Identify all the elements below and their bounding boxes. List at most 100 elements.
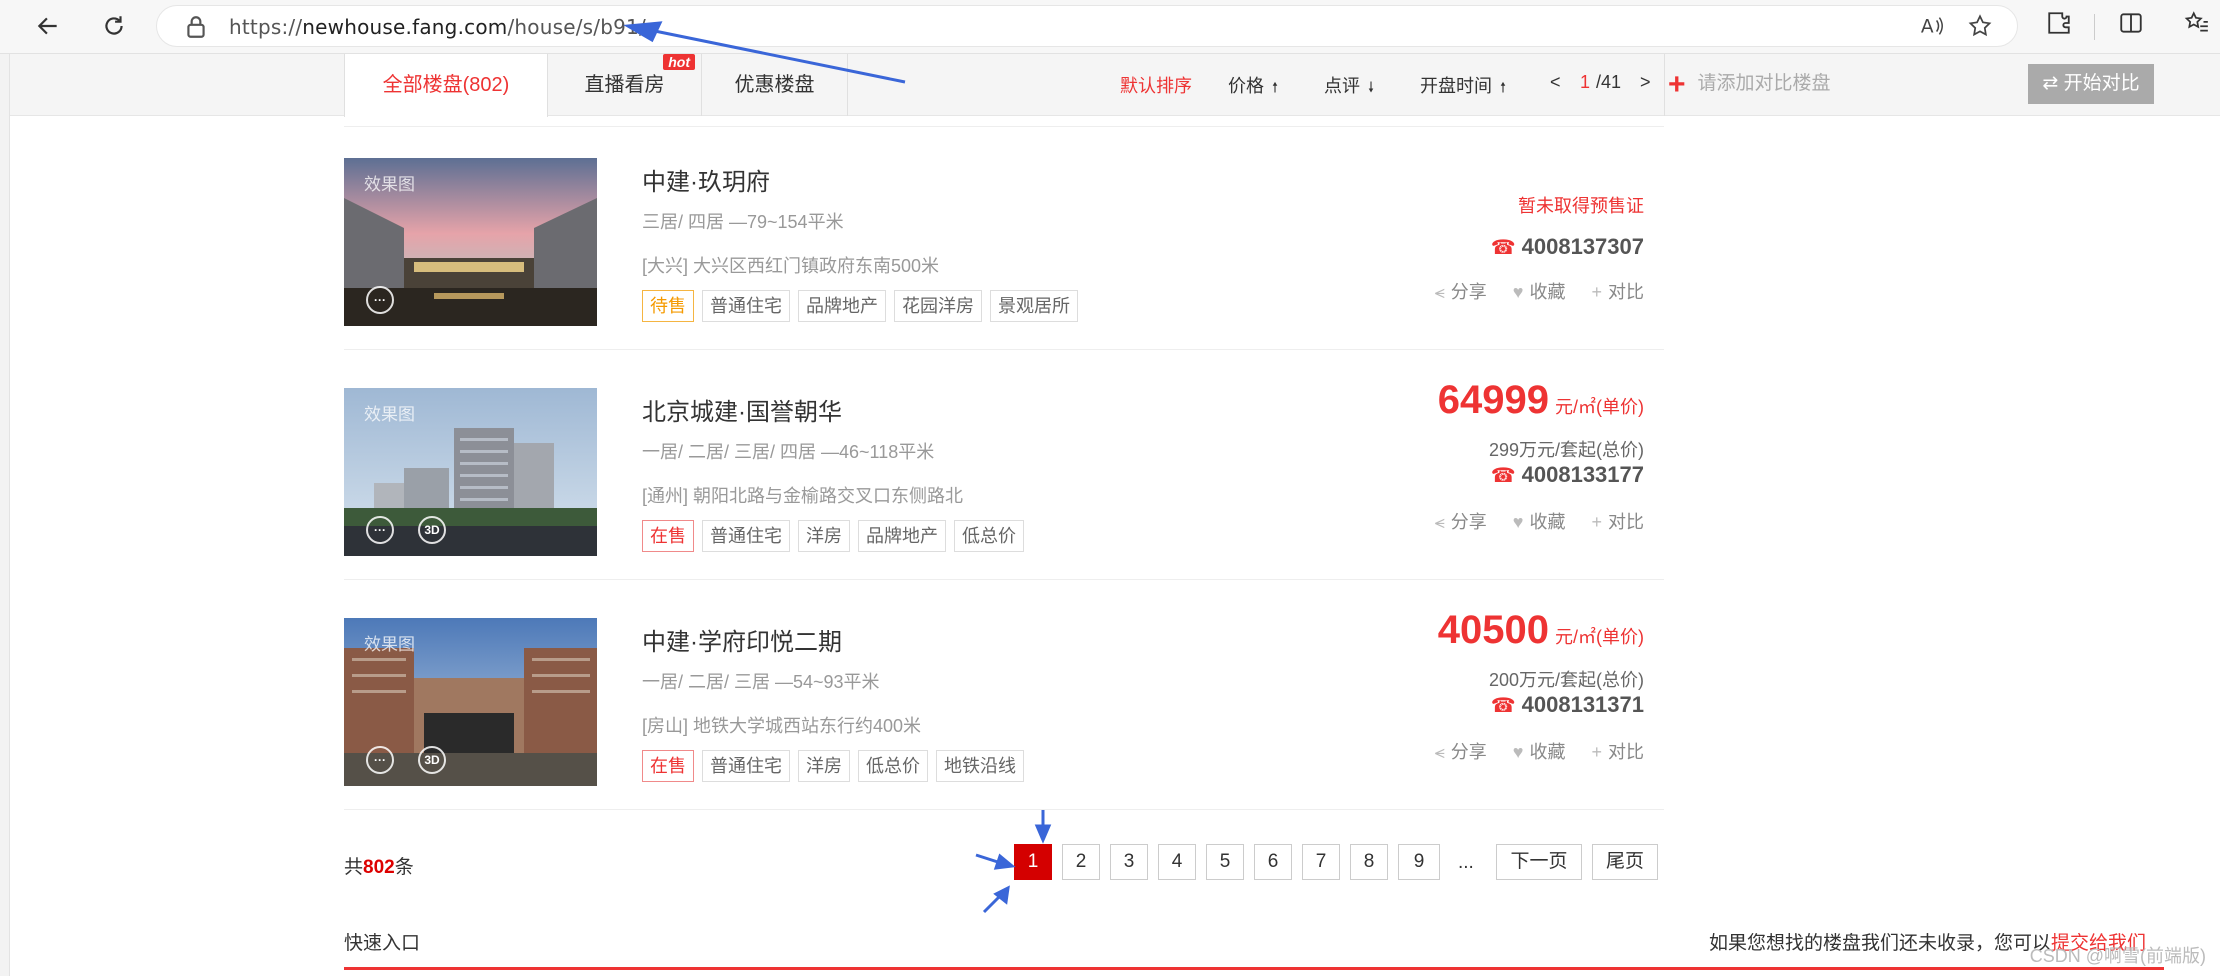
- annotation-arrow-bottom: [982, 892, 1004, 914]
- tag: 普通住宅: [702, 750, 790, 782]
- reload-button[interactable]: [96, 8, 132, 44]
- sort-rating[interactable]: 点评 🠗: [1324, 72, 1374, 101]
- mini-total-pages: /41: [1596, 72, 1622, 92]
- sort-price[interactable]: 价格 🠕: [1228, 72, 1278, 101]
- tag: 花园洋房: [894, 290, 982, 322]
- tab-live-viewing[interactable]: 直播看房 hot: [548, 54, 702, 116]
- building-address[interactable]: [房山] 地铁大学城西站东行约400米: [642, 712, 921, 738]
- compare-label: 对比: [1608, 512, 1644, 532]
- favorite-button[interactable]: ♥ 收藏: [1513, 508, 1566, 534]
- page-3-button[interactable]: 3: [1110, 844, 1148, 880]
- unit-price-value: 40500: [1437, 608, 1549, 652]
- favorites-list-icon[interactable]: [2184, 10, 2216, 42]
- comment-icon[interactable]: ···: [366, 286, 394, 314]
- 3d-view-icon[interactable]: 3D: [418, 516, 446, 544]
- start-compare-button[interactable]: ⇄ 开始对比: [2028, 64, 2154, 104]
- page-4-button[interactable]: 4: [1158, 844, 1196, 880]
- unit-price-value: 64999: [1437, 378, 1549, 422]
- building-photo[interactable]: 效果图 ··· 3D: [344, 618, 597, 786]
- page-6-button[interactable]: 6: [1254, 844, 1292, 880]
- section-red-line: [344, 967, 2164, 970]
- tag: 品牌地产: [798, 290, 886, 322]
- heart-icon: ♥: [1512, 512, 1524, 532]
- unit-price-unit: 元/㎡(单价): [1555, 397, 1644, 417]
- last-page-button[interactable]: 尾页: [1592, 844, 1658, 880]
- favorite-button[interactable]: ♥ 收藏: [1513, 278, 1566, 304]
- address-bar[interactable]: https://newhouse.fang.com/house/s/b91/ A: [156, 5, 2018, 47]
- sort-price-label: 价格: [1228, 76, 1264, 96]
- split-screen-icon[interactable]: [2118, 10, 2150, 42]
- page-1-button[interactable]: 1: [1014, 844, 1052, 880]
- svg-text:A: A: [1921, 17, 1934, 38]
- unit-price: 64999 元/㎡(单价): [1438, 378, 1644, 423]
- comment-icon[interactable]: ···: [366, 516, 394, 544]
- tag: 地铁沿线: [936, 750, 1024, 782]
- sort-rating-label: 点评: [1324, 76, 1360, 96]
- annotation-arrow-left: [975, 853, 1005, 866]
- building-address[interactable]: [大兴] 大兴区西红门镇政府东南500米: [642, 252, 939, 278]
- back-button[interactable]: [30, 8, 66, 44]
- extensions-icon[interactable]: [2046, 10, 2078, 42]
- tab-all-buildings[interactable]: 全部楼盘(802): [344, 54, 548, 117]
- browser-toolbar: https://newhouse.fang.com/house/s/b91/ A: [0, 0, 2220, 54]
- start-compare-label: 开始对比: [2063, 73, 2140, 94]
- arrow-left-icon: [37, 17, 57, 35]
- tag-list: 在售 普通住宅 洋房 品牌地产 低总价: [642, 520, 1024, 552]
- building-address[interactable]: [通州] 朝阳北路与金榆路交叉口东侧路北: [642, 482, 963, 508]
- page-9-button[interactable]: 9: [1398, 844, 1440, 880]
- building-photo[interactable]: 效果图 ··· 3D: [344, 388, 597, 556]
- total-prefix: 共: [344, 857, 364, 878]
- tag: 品牌地产: [858, 520, 946, 552]
- page-2-button[interactable]: 2: [1062, 844, 1100, 880]
- tag-list: 待售 普通住宅 品牌地产 花园洋房 景观居所: [642, 290, 1078, 322]
- listing-actions: ⪪ 分享 ♥ 收藏 + 对比: [1435, 278, 1644, 304]
- reload-icon: [105, 16, 123, 35]
- share-button[interactable]: ⪪ 分享: [1435, 278, 1487, 304]
- compare-button[interactable]: + 对比: [1591, 508, 1644, 534]
- quick-entry-heading: 快速入口: [344, 933, 421, 954]
- building-name[interactable]: 中建·学府印悦二期: [642, 622, 842, 657]
- building-photo[interactable]: 效果图 ···: [344, 158, 597, 326]
- next-page-button[interactable]: 下一页: [1496, 844, 1582, 880]
- page-5-button[interactable]: 5: [1206, 844, 1244, 880]
- tag-sale-status: 在售: [642, 750, 694, 782]
- tag: 景观居所: [990, 290, 1078, 322]
- sort-open-time[interactable]: 开盘时间 🠕: [1420, 72, 1506, 101]
- room-types: 一居/ 二居/ 三居/ 四居 —46~118平米: [642, 442, 935, 462]
- photo-watermark: 效果图: [364, 405, 415, 424]
- mini-next-page[interactable]: >: [1640, 72, 1651, 93]
- compare-button[interactable]: + 对比: [1591, 738, 1644, 764]
- page-7-button[interactable]: 7: [1302, 844, 1340, 880]
- tag: 低总价: [954, 520, 1024, 552]
- arrow-down-icon: 🠗: [1368, 79, 1375, 95]
- compare-label: 对比: [1608, 742, 1644, 762]
- photo-watermark: 效果图: [364, 635, 415, 654]
- compare-label: 对比: [1608, 282, 1644, 302]
- add-compare-input[interactable]: + 请添加对比楼盘: [1668, 68, 1831, 102]
- pagination-ellipsis: ...: [1458, 852, 1474, 873]
- favorite-label: 收藏: [1529, 282, 1566, 302]
- presale-status: 暂未取得预售证: [1518, 196, 1644, 216]
- page-8-button[interactable]: 8: [1350, 844, 1388, 880]
- tag: 普通住宅: [702, 290, 790, 322]
- share-button[interactable]: ⪪ 分享: [1435, 738, 1487, 764]
- tag: 洋房: [798, 750, 850, 782]
- favorite-button[interactable]: ♥ 收藏: [1513, 738, 1566, 764]
- sort-default[interactable]: 默认排序: [1120, 72, 1192, 98]
- arrow-up-icon: 🠕: [1500, 79, 1507, 95]
- tag-sale-status: 待售: [642, 290, 694, 322]
- favorite-star-icon[interactable]: [1967, 13, 1995, 41]
- building-name[interactable]: 北京城建·国誉朝华: [642, 392, 842, 427]
- tab-discount-buildings[interactable]: 优惠楼盘: [702, 54, 848, 116]
- tab-live-viewing-label: 直播看房: [584, 74, 665, 96]
- building-name[interactable]: 中建·玖玥府: [642, 162, 770, 197]
- mini-prev-page[interactable]: <: [1550, 72, 1561, 93]
- share-label: 分享: [1450, 512, 1487, 532]
- comment-icon[interactable]: ···: [366, 746, 394, 774]
- share-button[interactable]: ⪪ 分享: [1435, 508, 1487, 534]
- compare-button[interactable]: + 对比: [1591, 278, 1644, 304]
- photo-watermark: 效果图: [364, 175, 415, 194]
- read-aloud-icon[interactable]: A: [1919, 13, 1947, 41]
- plus-icon: +: [1668, 68, 1686, 101]
- 3d-view-icon[interactable]: 3D: [418, 746, 446, 774]
